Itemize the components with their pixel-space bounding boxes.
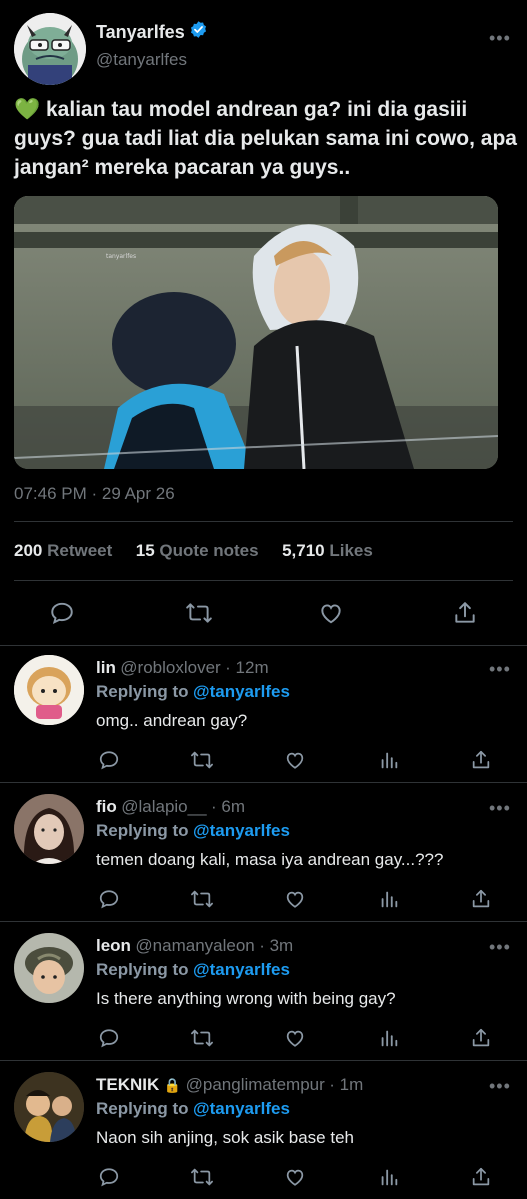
reply-handle[interactable]: @lalapio__ — [121, 797, 206, 816]
divider — [14, 521, 513, 522]
photo-watermark: tanyarlfes — [106, 253, 136, 260]
reply-avatar[interactable] — [14, 1072, 84, 1142]
replying-label: Replying to — [96, 960, 189, 979]
reply-name[interactable]: fio — [96, 797, 117, 816]
like-icon[interactable] — [284, 1027, 306, 1049]
tweet-timestamp[interactable]: 07:46 PM · 29 Apr 26 — [14, 484, 175, 504]
quotes-count: 15 — [135, 541, 155, 560]
reply-text: omg.. andrean gay? — [96, 711, 248, 730]
author-display-name[interactable]: Tanyarlfes — [96, 20, 208, 44]
reply-handle[interactable]: @robloxlover — [120, 658, 220, 677]
replying-label: Replying to — [96, 821, 189, 840]
tweet-body-text: kalian tau model andrean ga? ini dia gas… — [14, 98, 517, 179]
reply-icon[interactable] — [98, 1027, 120, 1049]
reply-avatar[interactable] — [14, 933, 84, 1003]
divider — [14, 580, 513, 581]
likes-count: 5,710 — [282, 541, 325, 560]
retweet-icon[interactable] — [185, 600, 213, 626]
author-handle[interactable]: @tanyarlfes — [96, 50, 187, 70]
display-name-text: Tanyarlfes — [96, 21, 185, 42]
analytics-icon[interactable] — [378, 1027, 400, 1049]
tweet-text: 💚 kalian tau model andrean ga? ini dia g… — [14, 95, 520, 182]
divider — [0, 1060, 527, 1061]
divider — [0, 921, 527, 922]
reply-time: · 3m — [259, 936, 294, 955]
reply-more-icon[interactable]: ••• — [489, 938, 511, 956]
tweet-stats: 200 Retweet 15 Quote notes 5,710 Likes — [14, 541, 373, 561]
reply-icon[interactable] — [98, 1166, 120, 1188]
green-heart-emoji: 💚 — [14, 98, 41, 121]
share-icon[interactable] — [470, 1027, 492, 1049]
analytics-icon[interactable] — [378, 749, 400, 771]
reply-handle[interactable]: @panglimatempur — [186, 1075, 325, 1094]
replying-label: Replying to — [96, 1099, 189, 1118]
reply-icon[interactable] — [49, 600, 75, 626]
reply-time: · 6m — [211, 797, 246, 816]
divider — [0, 645, 527, 646]
reply-name[interactable]: lin — [96, 658, 116, 677]
reply-avatar[interactable] — [14, 655, 84, 725]
reply-icon[interactable] — [98, 888, 120, 910]
tweet-photo[interactable]: tanyarlfes — [14, 196, 498, 469]
reply-text: Is there anything wrong with being gay? — [96, 989, 396, 1008]
reply-text: temen doang kali, masa iya andrean gay..… — [96, 850, 444, 869]
retweets-label: Retweet — [47, 541, 113, 560]
replying-to-link[interactable]: @tanyarlfes — [193, 821, 290, 840]
like-icon[interactable] — [284, 749, 306, 771]
like-icon[interactable] — [318, 600, 344, 626]
divider — [0, 782, 527, 783]
replying-to-link[interactable]: @tanyarlfes — [193, 960, 290, 979]
quotes-label: Quote notes — [159, 541, 259, 560]
verified-badge-icon — [189, 20, 208, 44]
reply-text: Naon sih anjing, sok asik base teh — [96, 1128, 354, 1147]
quotes-stat[interactable]: 15 Quote notes — [136, 541, 259, 560]
retweets-stat[interactable]: 200 Retweet — [14, 541, 112, 560]
likes-stat[interactable]: 5,710 Likes — [282, 541, 373, 560]
reply-icon[interactable] — [98, 749, 120, 771]
reply-more-icon[interactable]: ••• — [489, 660, 511, 678]
reply-more-icon[interactable]: ••• — [489, 799, 511, 817]
share-icon[interactable] — [470, 888, 492, 910]
analytics-icon[interactable] — [378, 1166, 400, 1188]
reply-name[interactable]: leon — [96, 936, 131, 955]
replying-to-link[interactable]: @tanyarlfes — [193, 1099, 290, 1118]
retweet-icon[interactable] — [190, 888, 214, 910]
share-icon[interactable] — [470, 1166, 492, 1188]
author-avatar[interactable] — [14, 13, 86, 85]
retweet-icon[interactable] — [190, 1027, 214, 1049]
replying-label: Replying to — [96, 682, 189, 701]
reply-handle[interactable]: @namanyaleon — [135, 936, 254, 955]
reply-avatar[interactable] — [14, 794, 84, 864]
more-options-icon[interactable]: ••• — [489, 29, 511, 47]
retweet-icon[interactable] — [190, 1166, 214, 1188]
analytics-icon[interactable] — [378, 888, 400, 910]
share-icon[interactable] — [470, 749, 492, 771]
protected-lock-icon: 🔒 — [163, 1077, 182, 1093]
like-icon[interactable] — [284, 888, 306, 910]
retweet-icon[interactable] — [190, 749, 214, 771]
reply-more-icon[interactable]: ••• — [489, 1077, 511, 1095]
retweets-count: 200 — [14, 541, 43, 560]
like-icon[interactable] — [284, 1166, 306, 1188]
reply-time: · 1m — [329, 1075, 364, 1094]
reply-time: · 12m — [225, 658, 269, 677]
share-icon[interactable] — [452, 600, 478, 626]
likes-label: Likes — [329, 541, 373, 560]
reply-name[interactable]: TEKNIK — [96, 1075, 159, 1094]
replying-to-link[interactable]: @tanyarlfes — [193, 682, 290, 701]
